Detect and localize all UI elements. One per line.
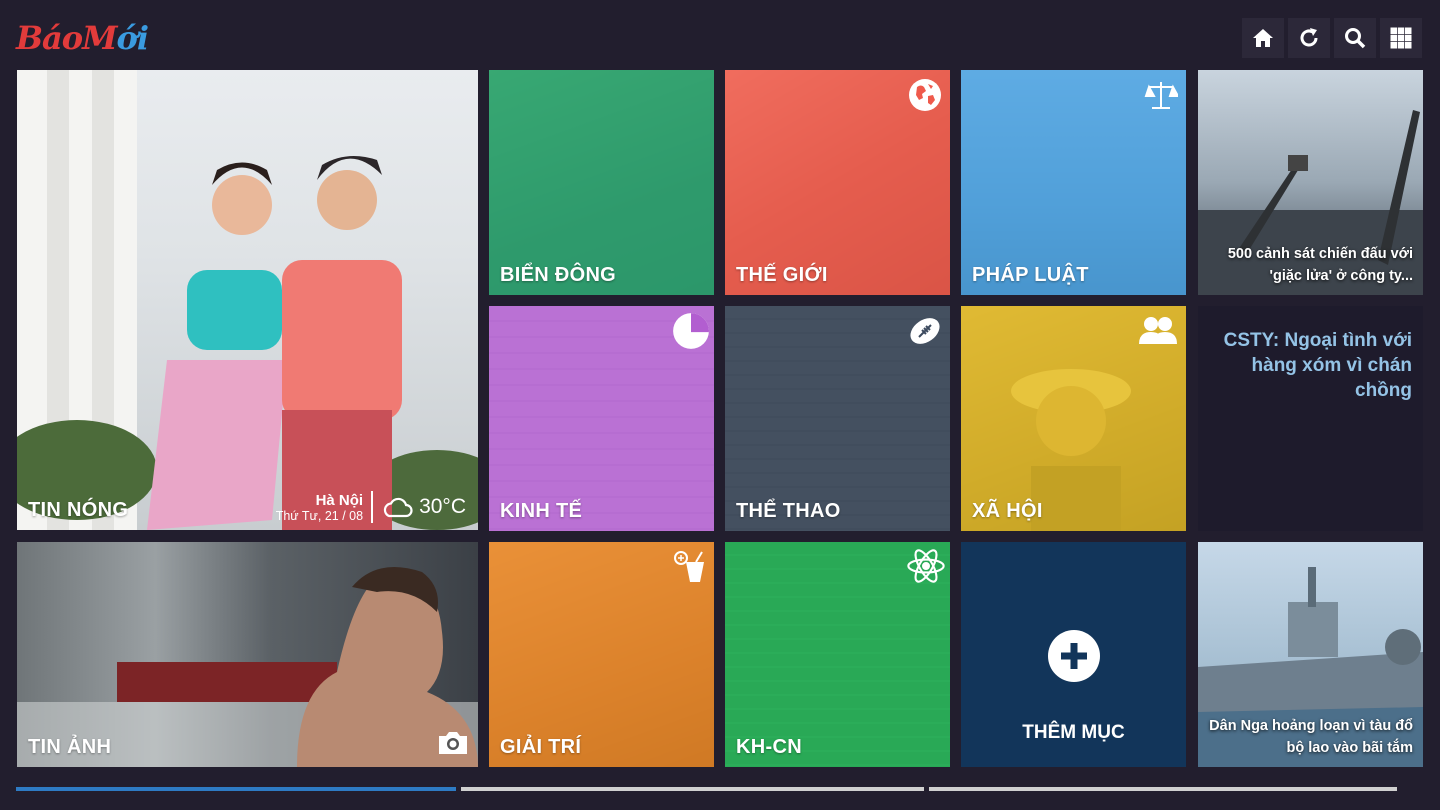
- apps-button[interactable]: [1380, 18, 1422, 58]
- news-caption: Dân Nga hoảng loạn vì tàu đổ bộ lao vào …: [1209, 718, 1413, 756]
- tile-the-gioi[interactable]: THẾ GIỚI: [725, 70, 950, 295]
- bien-dong-overlay: [489, 70, 714, 295]
- add-category-label: THÊM MỤC: [1022, 722, 1125, 743]
- logo-text-2: M: [82, 19, 117, 57]
- weather-city: Hà Nội: [315, 491, 364, 509]
- home-button[interactable]: [1242, 18, 1284, 58]
- cloud-icon: [383, 497, 413, 518]
- refresh-icon: [1300, 28, 1318, 47]
- tile-phap-luat[interactable]: PHÁP LUẬT: [961, 70, 1186, 295]
- tile-tin-anh[interactable]: TIN ẢNH: [17, 542, 478, 767]
- tile-label: PHÁP LUẬT: [972, 264, 1089, 286]
- logo-text-3: ới: [116, 19, 149, 57]
- tile-tin-nong[interactable]: TIN NÓNG Hà Nội Thứ Tư, 21 / 08 30°C: [17, 70, 478, 530]
- tin-anh-illustration: [17, 567, 478, 767]
- tile-xa-hoi[interactable]: XÃ HỘI: [961, 306, 1186, 531]
- news-caption: 500 cảnh sát chiến đấu với 'giặc lửa' ở …: [1227, 246, 1413, 284]
- tile-kinh-te[interactable]: KINH TẾ: [489, 306, 714, 531]
- tile-label: KINH TẾ: [500, 500, 583, 522]
- tile-news-csty[interactable]: CSTY: Ngoại tình với hàng xóm vì chán ch…: [1198, 306, 1423, 531]
- toolbar: [1242, 18, 1422, 58]
- search-icon: [1345, 28, 1366, 49]
- tile-news-ship[interactable]: Dân Nga hoảng loạn vì tàu đổ bộ lao vào …: [1198, 542, 1423, 767]
- atom-icon: [907, 549, 945, 583]
- football-icon: [910, 318, 940, 344]
- weather-date: Thứ Tư, 21 / 08: [275, 508, 364, 523]
- tile-label: TIN ẢNH: [28, 736, 112, 758]
- page-indicator-2[interactable]: [461, 787, 924, 791]
- tile-bien-dong[interactable]: BIỂN ĐÔNG: [489, 70, 714, 295]
- logo-text-1: Báo: [16, 19, 83, 57]
- news-headline: CSTY: Ngoại tình với hàng xóm vì chán ch…: [1223, 330, 1412, 401]
- tile-them-muc[interactable]: THÊM MỤC: [961, 542, 1186, 767]
- pie-chart-icon: [673, 313, 709, 349]
- search-button[interactable]: [1334, 18, 1376, 58]
- hot-news-photo-illustration: [17, 70, 478, 530]
- tile-label: THẾ GIỚI: [736, 264, 828, 286]
- tile-label: XÃ HỘI: [972, 500, 1043, 522]
- weather-temperature: 30°C: [419, 495, 466, 518]
- page-indicator-active[interactable]: [16, 787, 456, 791]
- tile-label: TIN NÓNG: [28, 499, 129, 521]
- weather-divider: [371, 491, 374, 523]
- weather-widget[interactable]: Hà Nội Thứ Tư, 21 / 08 30°C: [276, 491, 466, 523]
- tile-label: KH-CN: [736, 736, 802, 758]
- globe-icon: [909, 79, 941, 111]
- tile-label: THỂ THAO: [736, 500, 841, 522]
- home-icon: [1253, 29, 1273, 47]
- camera-icon: [439, 732, 467, 754]
- page-indicator[interactable]: [16, 787, 1397, 791]
- tile-the-thao[interactable]: THỂ THAO: [725, 306, 950, 531]
- refresh-button[interactable]: [1288, 18, 1330, 58]
- drink-icon: [674, 551, 704, 582]
- tile-label: GIẢI TRÍ: [500, 736, 582, 758]
- tile-label: BIỂN ĐÔNG: [500, 264, 617, 286]
- tile-news-fire[interactable]: 500 cảnh sát chiến đấu với 'giặc lửa' ở …: [1198, 70, 1423, 295]
- grid-icon: [1390, 27, 1412, 49]
- baomoi-logo[interactable]: Báo Mới: [16, 18, 149, 58]
- add-category-icon: [1047, 630, 1100, 682]
- tile-kh-cn[interactable]: KH-CN: [725, 542, 950, 767]
- page-indicator-3[interactable]: [929, 787, 1397, 791]
- scales-icon: [1144, 82, 1178, 109]
- people-icon: [1139, 317, 1177, 344]
- tile-giai-tri[interactable]: GIẢI TRÍ: [489, 542, 714, 767]
